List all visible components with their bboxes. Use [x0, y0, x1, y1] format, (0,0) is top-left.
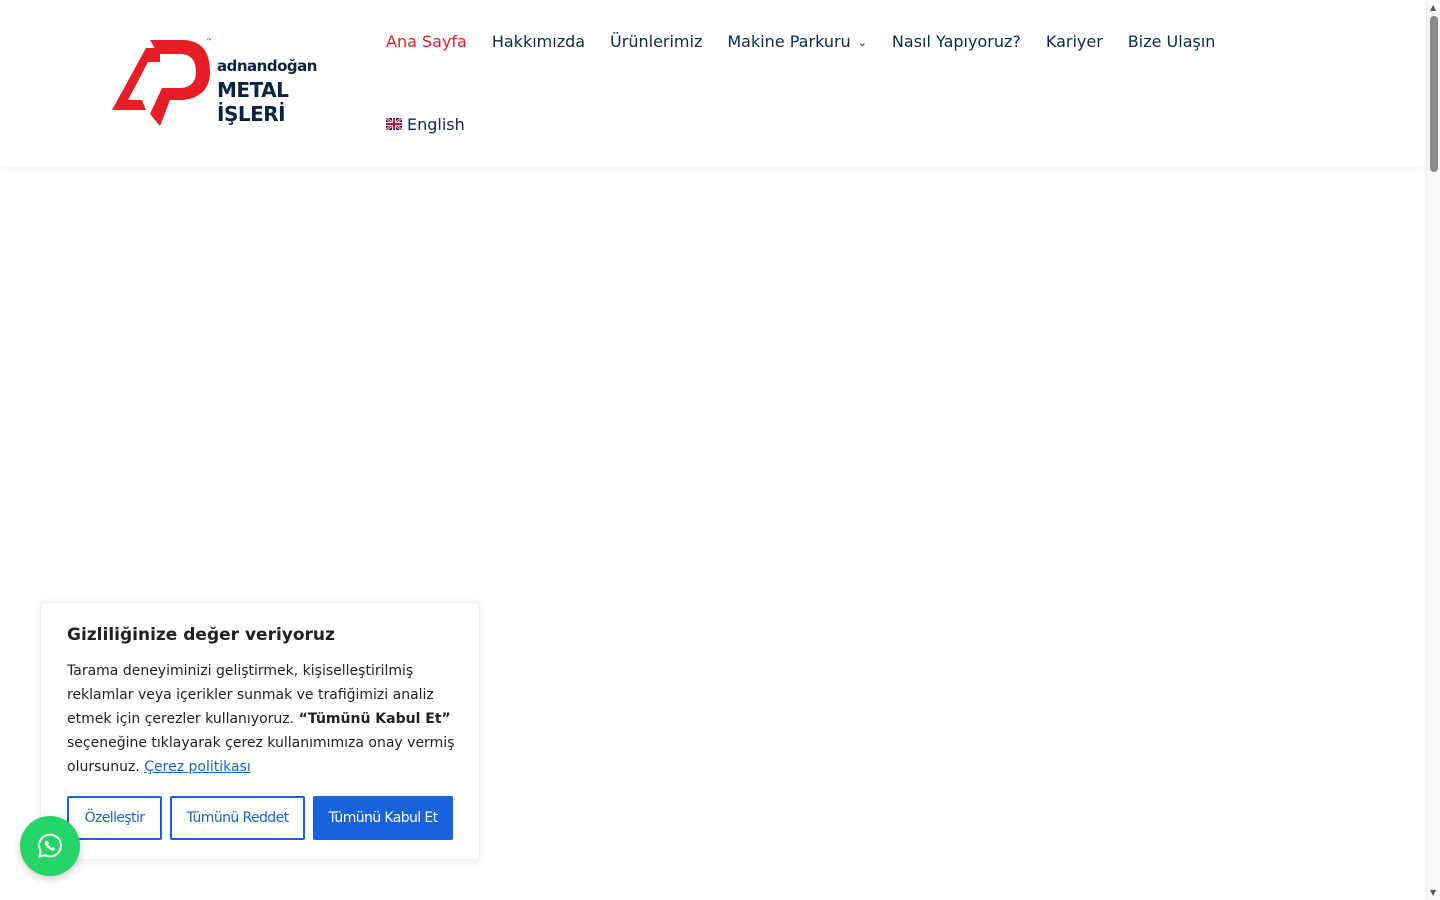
nav-item-nasil-yapiyoruz[interactable]: Nasıl Yapıyoruz? — [892, 32, 1021, 51]
cookie-description: Tarama deneyiminizi geliştirmek, kişisel… — [67, 659, 457, 779]
accept-all-button[interactable]: Tümünü Kabul Et — [313, 796, 453, 840]
scroll-down-arrow-icon[interactable]: ▼ — [1430, 888, 1436, 897]
scrollbar-thumb[interactable] — [1430, 16, 1438, 172]
logo-wordmark-top: adnandoğan — [217, 57, 317, 75]
main-navigation: Ana Sayfa Hakkımızda Ürünlerimiz Makine … — [386, 30, 1286, 134]
cookie-policy-link[interactable]: Çerez politikası — [144, 759, 250, 775]
cookie-text-emphasis: “Tümünü Kabul Et” — [298, 711, 451, 727]
cookie-button-group: Özelleştir Tümünü Reddet Tümünü Kabul Et — [67, 796, 453, 840]
nav-item-makine-parkuru[interactable]: Makine Parkuru ⌄ — [727, 32, 867, 51]
nav-item-kariyer[interactable]: Kariyer — [1046, 32, 1103, 51]
logo-wordmark-bottom: METAL İŞLERİ — [217, 78, 289, 126]
language-label: English — [407, 114, 465, 134]
reject-all-button[interactable]: Tümünü Reddet — [170, 796, 305, 840]
cookie-consent-banner: Gizliliğinize değer veriyoruz Tarama den… — [40, 602, 480, 860]
whatsapp-button[interactable] — [20, 816, 80, 876]
site-header: ™ adnandoğan METAL İŞLERİ Ana Sayfa Hakk… — [0, 0, 1426, 166]
cookie-title: Gizliliğinize değer veriyoruz — [67, 625, 335, 645]
language-switch[interactable]: English — [386, 115, 465, 134]
site-logo[interactable]: ™ adnandoğan METAL İŞLERİ — [112, 38, 348, 128]
uk-flag-icon — [386, 118, 402, 130]
page-scrollbar[interactable]: ▲ ▼ — [1426, 0, 1440, 900]
cookie-text-consent: seçeneğine tıklayarak çerez kullanımımız… — [67, 735, 455, 775]
whatsapp-icon — [38, 833, 62, 858]
scroll-up-arrow-icon[interactable]: ▲ — [1430, 3, 1436, 12]
nav-item-ana-sayfa[interactable]: Ana Sayfa — [386, 32, 467, 51]
customize-button[interactable]: Özelleştir — [67, 796, 162, 840]
chevron-down-icon: ⌄ — [857, 35, 867, 49]
nav-item-label: Makine Parkuru — [727, 31, 851, 51]
nav-item-bize-ulasin[interactable]: Bize Ulaşın — [1128, 32, 1216, 51]
nav-item-urunlerimiz[interactable]: Ürünlerimiz — [610, 32, 702, 51]
trademark-symbol: ™ — [206, 38, 212, 45]
nav-item-hakkimizda[interactable]: Hakkımızda — [492, 32, 585, 51]
